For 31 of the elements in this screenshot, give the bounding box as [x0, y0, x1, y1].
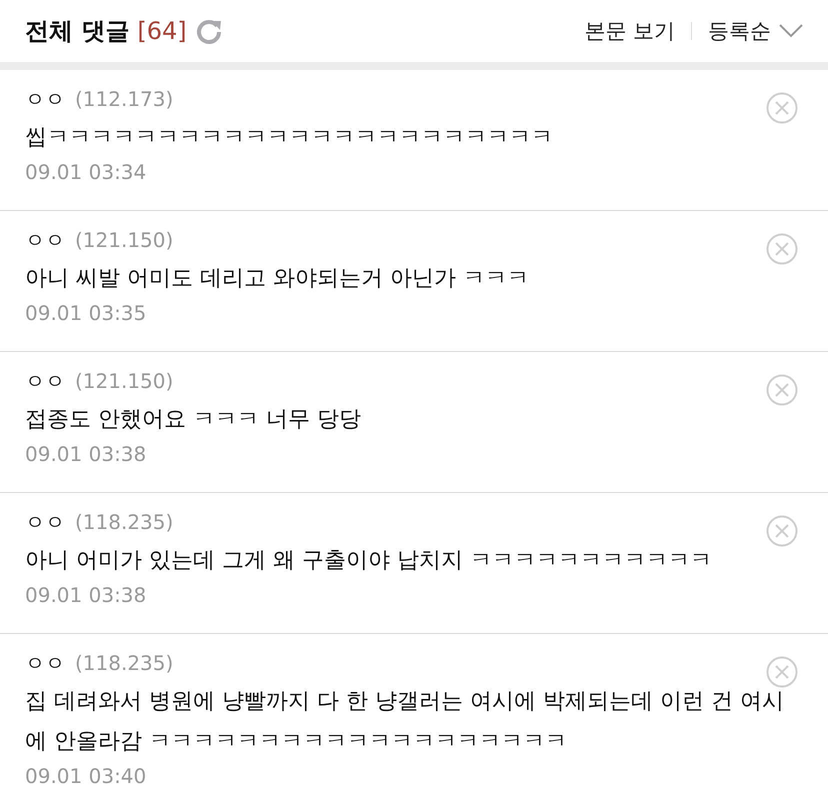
- comment-ip: (121.150): [75, 228, 174, 252]
- delete-icon[interactable]: [766, 374, 798, 406]
- comment-date: 09.01 03:38: [25, 583, 148, 607]
- comment-author: ㅇㅇ: [25, 509, 65, 536]
- comment-date: 09.01 03:40: [25, 764, 148, 788]
- delete-icon[interactable]: [766, 656, 798, 688]
- comment-ip: (118.235): [75, 651, 174, 675]
- view-post-link[interactable]: 본문 보기: [584, 17, 675, 45]
- refresh-icon[interactable]: [194, 17, 223, 45]
- comment-date: 09.01 03:35: [25, 301, 148, 325]
- comment-ip: (121.150): [75, 369, 174, 393]
- comment-text: 씹ㅋㅋㅋㅋㅋㅋㅋㅋㅋㅋㅋㅋㅋㅋㅋㅋㅋㅋㅋㅋㅋㅋㅋ: [25, 124, 554, 152]
- comments-title: 전체 댓글: [25, 16, 130, 47]
- comment-text: 접종도 안했어요 ㅋㅋㅋ 너무 당당: [25, 406, 362, 434]
- comment-author: ㅇㅇ: [25, 227, 65, 254]
- comment-text: 집 데려와서 병원에 냥빨까지 다 한 냥갤러는 여시에 박제되는데 이런 건 여시에 안올라감 ㅋㅋㅋㅋㅋㅋㅋㅋㅋㅋㅋㅋㅋㅋㅋㅋㅋㅋㅋ: [25, 688, 785, 756]
- delete-icon[interactable]: [766, 515, 798, 547]
- comment-ip: (112.173): [75, 87, 174, 111]
- delete-icon[interactable]: [766, 233, 798, 265]
- sort-dropdown[interactable]: 등록순: [708, 17, 771, 45]
- comment-count: [64]: [137, 17, 187, 45]
- comment-text: 아니 씨발 어미도 데리고 와야되는거 아닌가 ㅋㅋㅋ: [25, 265, 530, 293]
- delete-icon[interactable]: [766, 92, 798, 124]
- comment-ip: (118.235): [75, 510, 174, 534]
- comment-author: ㅇㅇ: [25, 368, 65, 395]
- comment-author: ㅇㅇ: [25, 86, 65, 113]
- comment-author: ㅇㅇ: [25, 650, 65, 677]
- chevron-down-icon[interactable]: [779, 24, 803, 38]
- comment-date: 09.01 03:34: [25, 160, 148, 184]
- comment-date: 09.01 03:38: [25, 442, 148, 466]
- comment-text: 아니 어미가 있는데 그게 왜 구출이야 납치지 ㅋㅋㅋㅋㅋㅋㅋㅋㅋㅋㅋ: [25, 547, 713, 575]
